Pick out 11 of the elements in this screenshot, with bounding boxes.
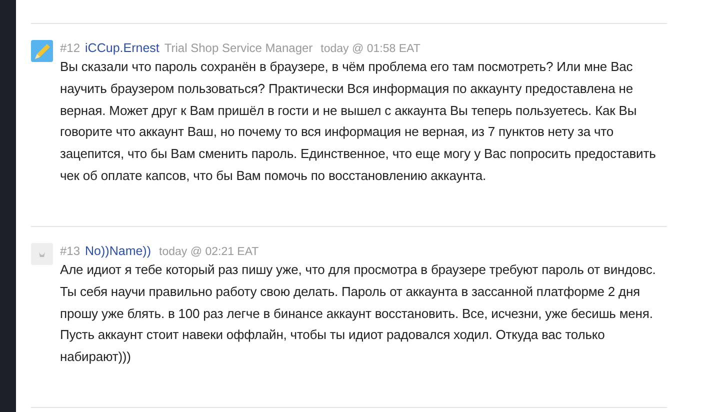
post-time: today @ 02:21 EAT [159,246,259,258]
pencil-icon [31,40,53,62]
avatar-icon [31,243,53,265]
author-link[interactable]: No))Name)) [85,244,152,258]
post-text: Вы сказали что пароль сохранён в браузере, в чём проблема его там посмотреть? Или мне Вас научить браузером пользоваться? Практически Вся информация по аккаунту предоставлена не верная. Может друг к Вам пришёл в гости и не вышел с аккаунта Вы теперь пользуетесь. Как Вы говорите что аккаунт Ваш, но почему то вся информация не верная, из 7 пунктов нету за что зацепится, что бы Вам сменить пароль. Единственное, что еще могу у Вас попросить предоставить чек об оплате капсов, что бы Вам помочь по восстановлению аккаунта. [60,58,657,185]
author-link[interactable]: iCCup.Ernest [85,41,160,55]
post-number: #13 [60,244,80,258]
post-number: #12 [60,41,80,55]
user-role: Trial Shop Service Manager [164,41,313,55]
post-time: today @ 01:58 EAT [320,43,420,55]
post-text: Але идиот я тебе который раз пишу уже, что для просмотра в браузере требуют пароль от виндовс. Ты себя научи правильно работу свою делать. Пароль от аккаунта в зассанной платформе 2 дня прошу уже блять. в 100 раз легче в бинансе аккаунт восстановить. Все, исчезни, уже бесишь меня. Пусть аккаунт стоит навеки оффлайн, чтобы ты идиот радовался ходил. Откуда вас только набирают))) [60,261,657,366]
